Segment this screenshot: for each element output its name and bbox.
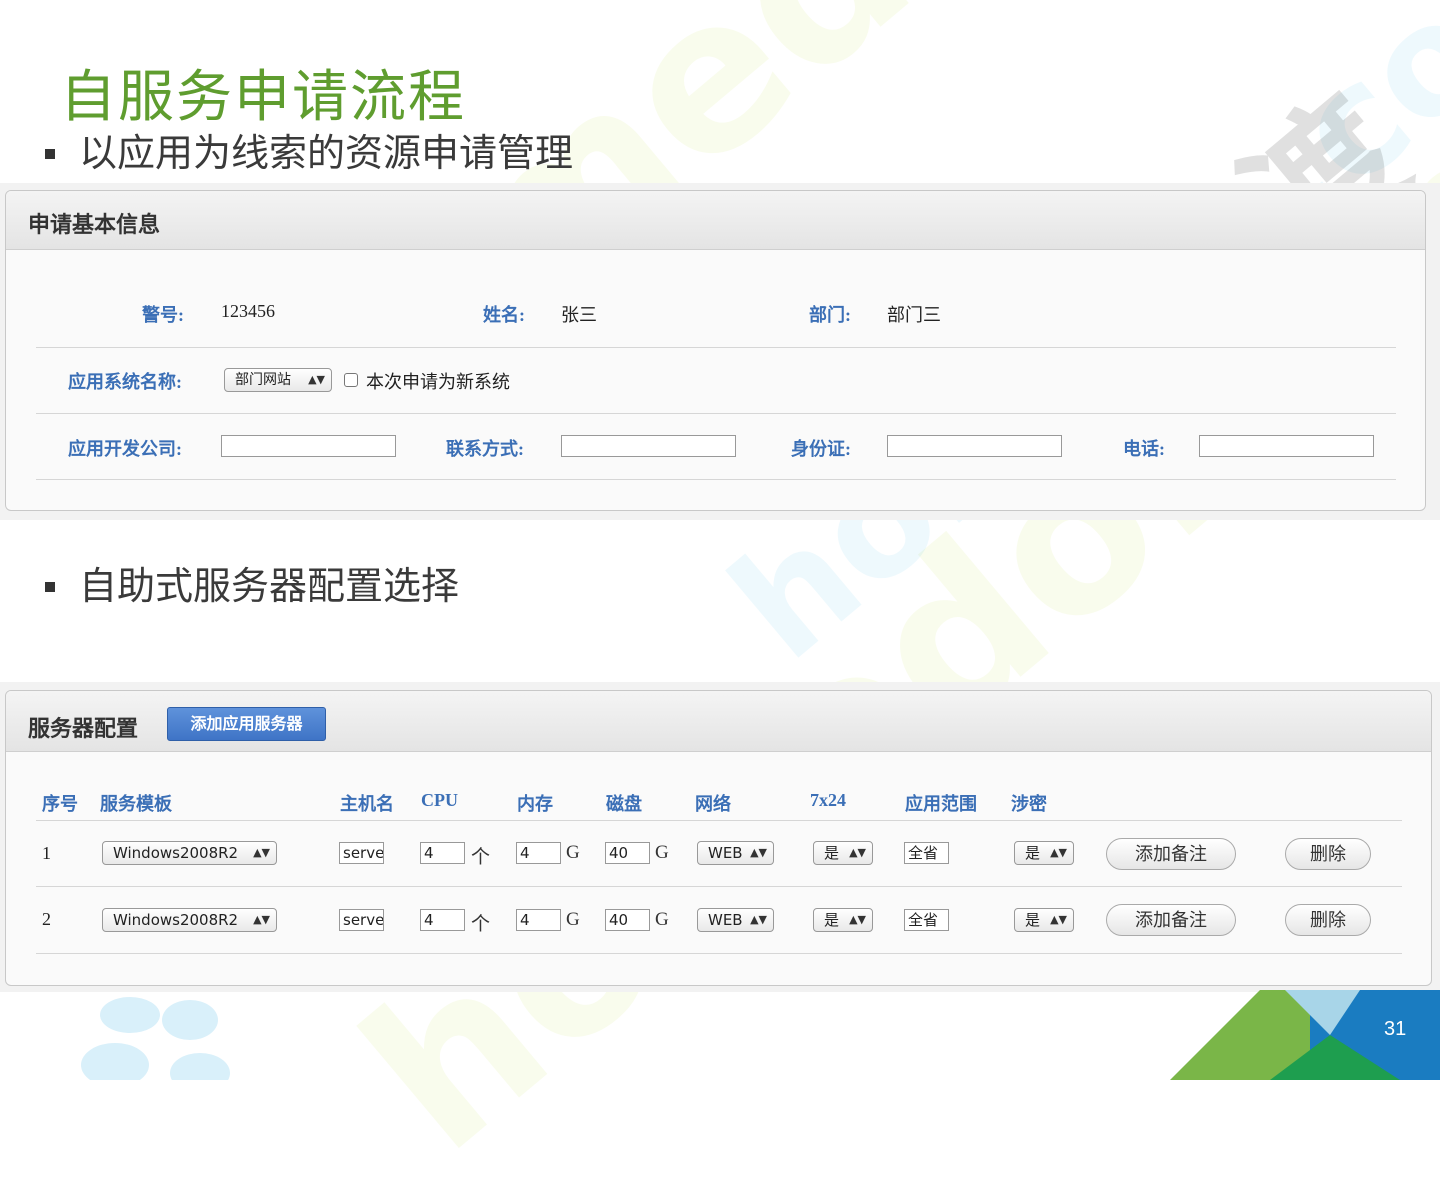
memory-input[interactable]: 4: [516, 909, 561, 931]
divider: [36, 820, 1402, 821]
select-value: 是: [824, 911, 840, 929]
disk-input[interactable]: 40: [605, 842, 650, 864]
select-arrow-icon: ▲▼: [253, 913, 270, 926]
divider: [36, 953, 1402, 954]
add-server-button[interactable]: 添加应用服务器: [167, 707, 326, 741]
bullet-square-icon: [45, 148, 55, 159]
select-arrow-icon: ▲▼: [849, 846, 866, 859]
select-arrow-icon: ▲▼: [750, 913, 767, 926]
select-arrow-icon: ▲▼: [308, 373, 325, 386]
phone-label: 电话:: [1123, 439, 1165, 459]
select-value: 部门网站: [235, 372, 291, 388]
col-header-hostname: 主机名: [340, 794, 394, 814]
col-header-memory: 内存: [517, 794, 553, 814]
col-header-hours: 7x24: [810, 790, 846, 810]
classified-select[interactable]: 是 ▲▼: [1014, 841, 1074, 865]
app-name-select[interactable]: 部门网站 ▲▼: [224, 368, 332, 392]
select-value: WEB: [708, 911, 743, 929]
col-header-disk: 磁盘: [606, 794, 642, 814]
select-arrow-icon: ▲▼: [1050, 913, 1067, 926]
phone-input[interactable]: [1199, 435, 1374, 457]
add-note-button[interactable]: 添加备注: [1106, 904, 1236, 936]
select-arrow-icon: ▲▼: [849, 913, 866, 926]
dept-value: 部门三: [887, 305, 941, 325]
id-card-input[interactable]: [887, 435, 1062, 457]
flower-logo-icon: [81, 997, 230, 1080]
select-value: Windows2008R2: [113, 911, 239, 929]
scope-input[interactable]: 全省: [904, 909, 949, 931]
bullet-square-icon: [45, 581, 55, 592]
memory-input[interactable]: 4: [516, 842, 561, 864]
dev-company-label: 应用开发公司:: [68, 439, 182, 459]
select-arrow-icon: ▲▼: [1050, 846, 1067, 859]
server-config-panel: 服务器配置 添加应用服务器 序号 服务模板 主机名 CPU 内存 磁盘 网络 7…: [5, 690, 1432, 986]
network-select[interactable]: WEB ▲▼: [697, 841, 774, 865]
col-header-index: 序号: [42, 794, 78, 814]
template-select[interactable]: Windows2008R2 ▲▼: [102, 841, 277, 865]
divider: [36, 479, 1396, 480]
app-name-label: 应用系统名称:: [68, 372, 182, 392]
row-index: 1: [42, 843, 51, 863]
select-value: 是: [1025, 911, 1041, 929]
select-arrow-icon: ▲▼: [253, 846, 270, 859]
hostname-input[interactable]: serve: [339, 909, 384, 931]
disk-input[interactable]: 40: [605, 909, 650, 931]
bullet-item: 自助式服务器配置选择: [45, 555, 459, 610]
cpu-unit: 个: [471, 847, 491, 868]
memory-unit: G: [566, 909, 580, 930]
select-value: Windows2008R2: [113, 844, 239, 862]
divider: [36, 886, 1402, 887]
panel-title: 服务器配置: [28, 717, 139, 742]
cpu-unit: 个: [471, 914, 491, 935]
disk-unit: G: [655, 842, 669, 863]
id-card-label: 身份证:: [791, 439, 851, 459]
classified-select[interactable]: 是 ▲▼: [1014, 908, 1074, 932]
memory-unit: G: [566, 842, 580, 863]
col-header-cpu: CPU: [421, 790, 458, 810]
delete-button[interactable]: 删除: [1285, 904, 1371, 936]
template-select[interactable]: Windows2008R2 ▲▼: [102, 908, 277, 932]
scope-input[interactable]: 全省: [904, 842, 949, 864]
hours-select[interactable]: 是 ▲▼: [813, 841, 873, 865]
hostname-input[interactable]: serve: [339, 842, 384, 864]
select-value: 是: [1025, 844, 1041, 862]
select-value: WEB: [708, 844, 743, 862]
delete-button[interactable]: 删除: [1285, 838, 1371, 870]
dev-company-input[interactable]: [221, 435, 396, 457]
cpu-input[interactable]: 4: [420, 842, 465, 864]
new-system-label: 本次申请为新系统: [366, 372, 510, 392]
name-label: 姓名:: [483, 305, 525, 325]
new-system-checkbox[interactable]: [344, 373, 358, 387]
panel-header: 服务器配置 添加应用服务器: [6, 691, 1431, 752]
disk-unit: G: [655, 909, 669, 930]
divider: [36, 413, 1396, 414]
panel-header: 申请基本信息: [6, 191, 1425, 250]
bullet-text: 以应用为线索的资源申请管理: [79, 131, 574, 175]
badge-label: 警号:: [142, 305, 184, 325]
add-note-button[interactable]: 添加备注: [1106, 838, 1236, 870]
select-arrow-icon: ▲▼: [750, 846, 767, 859]
col-header-classified: 涉密: [1011, 794, 1047, 814]
divider: [36, 347, 1396, 348]
select-value: 是: [824, 844, 840, 862]
page-number: 31: [1384, 1018, 1407, 1040]
basic-info-panel: 申请基本信息 警号: 123456 姓名: 张三 部门: 部门三 应用系统名称:…: [5, 190, 1426, 511]
bullet-item: 以应用为线索的资源申请管理: [45, 122, 573, 177]
col-header-template: 服务模板: [100, 794, 172, 814]
col-header-network: 网络: [695, 794, 731, 814]
cpu-input[interactable]: 4: [420, 909, 465, 931]
contact-label: 联系方式:: [446, 439, 524, 459]
col-header-scope: 应用范围: [905, 794, 977, 814]
bullet-text: 自助式服务器配置选择: [79, 564, 460, 608]
hours-select[interactable]: 是 ▲▼: [813, 908, 873, 932]
network-select[interactable]: WEB ▲▼: [697, 908, 774, 932]
row-index: 2: [42, 909, 51, 929]
contact-input[interactable]: [561, 435, 736, 457]
panel-title: 申请基本信息: [28, 213, 161, 238]
slide-title: 自服务申请流程: [60, 65, 466, 130]
dept-label: 部门:: [809, 305, 851, 325]
name-value: 张三: [561, 305, 597, 325]
badge-value: 123456: [221, 301, 275, 321]
